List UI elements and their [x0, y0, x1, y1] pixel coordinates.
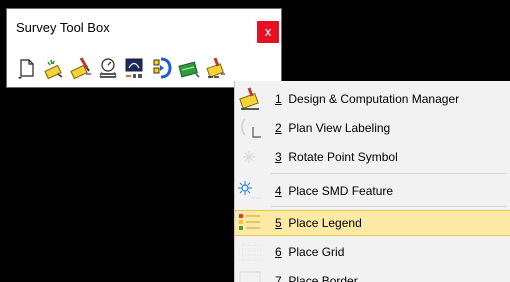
toolbox-title: Survey Tool Box — [16, 20, 110, 35]
menu-item-number: 6 — [275, 245, 282, 259]
menu-item-label: 5 Place Legend — [275, 216, 362, 230]
menu-item-place-legend[interactable]: 5 Place Legend — [235, 210, 510, 236]
menu-item-label: 2 Plan View Labeling — [275, 121, 390, 135]
toolbox-dropdown-menu: 1 Design & Computation Manager 2 Plan Vi… — [234, 81, 510, 282]
menu-item-rotate-point-symbol[interactable]: 3 Rotate Point Symbol — [235, 144, 510, 170]
edit-survey-tool-icon[interactable] — [69, 56, 93, 80]
plan-view-labeling-icon — [235, 115, 265, 141]
menu-item-label: 7 Place Border — [275, 274, 358, 282]
survey-toolbox-window: Survey Tool Box x — [6, 8, 282, 88]
import-survey-data-tool-icon[interactable] — [150, 56, 174, 80]
design-computation-tool-icon[interactable] — [177, 56, 201, 80]
place-smd-feature-icon — [235, 178, 265, 204]
close-button[interactable]: x — [257, 21, 279, 43]
menu-item-number: 4 — [275, 184, 282, 198]
new-element-tool-icon[interactable] — [15, 56, 39, 80]
menu-item-text: Place Border — [288, 274, 358, 282]
menu-item-text: Place SMD Feature — [288, 184, 394, 198]
place-border-icon — [235, 268, 265, 282]
place-legend-icon — [235, 211, 265, 237]
graphics-view-tool-icon[interactable] — [123, 56, 147, 80]
survey-pencil-tool-icon[interactable] — [42, 56, 66, 80]
rotate-point-symbol-icon — [235, 144, 265, 170]
menu-item-text: Place Grid — [288, 245, 345, 259]
menu-separator — [271, 173, 507, 174]
menu-item-label: 4 Place SMD Feature — [275, 184, 393, 198]
menu-item-number: 1 — [275, 92, 282, 106]
menu-item-design-computation-manager[interactable]: 1 Design & Computation Manager — [235, 86, 510, 112]
menu-item-text: Plan View Labeling — [288, 121, 391, 135]
menu-item-number: 5 — [275, 216, 282, 230]
survey-manager-tool-icon[interactable] — [204, 56, 228, 80]
menu-item-text: Design & Computation Manager — [288, 92, 460, 106]
menu-item-text: Place Legend — [288, 216, 362, 230]
menu-item-label: 3 Rotate Point Symbol — [275, 150, 398, 164]
menu-item-place-border[interactable]: 7 Place Border — [235, 268, 510, 282]
survey-settings-tool-icon[interactable] — [96, 56, 120, 80]
menu-item-plan-view-labeling[interactable]: 2 Plan View Labeling — [235, 115, 510, 141]
design-computation-manager-icon — [235, 86, 265, 112]
place-grid-icon — [235, 239, 265, 265]
menu-item-number: 2 — [275, 121, 282, 135]
menu-item-number: 3 — [275, 150, 282, 164]
menu-item-text: Rotate Point Symbol — [288, 150, 398, 164]
menu-item-place-smd-feature[interactable]: 4 Place SMD Feature — [235, 178, 510, 204]
menu-item-place-grid[interactable]: 6 Place Grid — [235, 239, 510, 265]
menu-item-number: 7 — [275, 274, 282, 282]
menu-item-label: 6 Place Grid — [275, 245, 344, 259]
menu-item-label: 1 Design & Computation Manager — [275, 92, 459, 106]
menu-separator — [271, 206, 507, 207]
